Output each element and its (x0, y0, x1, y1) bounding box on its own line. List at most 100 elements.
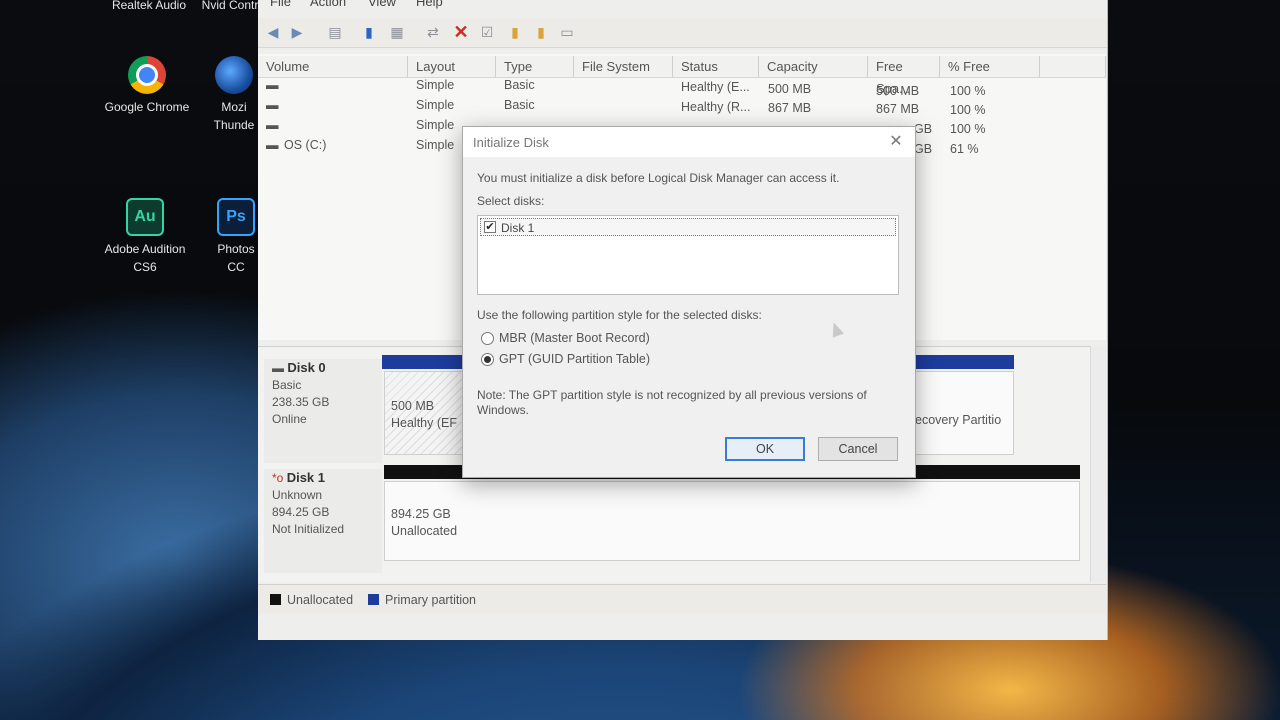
forward-icon[interactable]: ▶ (288, 23, 306, 41)
desktop-icon-label: Photos CC (217, 242, 255, 274)
view-icon[interactable]: ▭ (558, 23, 576, 41)
cell-pct: 100 % (950, 103, 986, 117)
partition-status: Unallocated (391, 524, 458, 538)
column-header-status[interactable]: Status (673, 56, 759, 78)
disk-icon: ▬ (272, 361, 288, 375)
properties-icon[interactable]: ▦ (388, 23, 406, 41)
unallocated-swatch (270, 594, 281, 605)
disk-0-label[interactable]: ▬ Disk 0 Basic 238.35 GB Online (264, 359, 382, 463)
gpt-note: Note: The GPT partition style is not rec… (477, 388, 867, 417)
back-icon[interactable]: ◀ (264, 23, 282, 41)
desktop-icon-realtek[interactable]: Realtek Audio (104, 0, 194, 14)
photoshop-icon: Ps (217, 198, 255, 236)
volume-dash-icon: ▬ (266, 78, 279, 92)
gpt-radio[interactable] (481, 353, 494, 366)
volume-dash-icon: ▬ (266, 138, 279, 152)
partition-size: 500 MB (391, 399, 435, 413)
unallocated-region[interactable]: 894.25 GB Unallocated (384, 481, 1080, 561)
desktop-icon-label: Realtek Audio (111, 0, 187, 12)
dialog-title: Initialize Disk (473, 135, 549, 150)
partition-status: Healthy (EF (391, 416, 457, 430)
disk-state: Not Initialized (272, 522, 345, 536)
disk-name: Disk 0 (287, 360, 326, 375)
disk-item-label: Disk 1 (501, 221, 535, 235)
close-icon[interactable]: ✕ (885, 131, 907, 153)
cell-type: Basic (504, 98, 535, 112)
desktop-icon-photoshop[interactable]: Ps Photos CC (210, 198, 262, 276)
desktop-icon-label: Mozi Thunde (213, 100, 255, 132)
desktop-icon-audition[interactable]: Au Adobe Audition CS6 (100, 198, 190, 276)
list-item[interactable]: ✔ Disk 1 (480, 218, 896, 236)
disk-checkbox[interactable]: ✔ (484, 221, 496, 233)
disk-type: Basic (272, 378, 302, 392)
cell-layout: Simple (416, 138, 455, 152)
dialog-titlebar[interactable]: Initialize Disk ✕ (463, 127, 915, 157)
cell-status: Healthy (R... (681, 100, 751, 114)
menu-action[interactable]: Action (310, 0, 346, 9)
thunderbird-icon (215, 56, 253, 94)
menu-file[interactable]: File (270, 0, 291, 9)
cell-status: Healthy (E... (681, 80, 750, 94)
cell-type: Basic (504, 78, 535, 92)
dialog-intro: You must initialize a disk before Logica… (477, 171, 840, 185)
cell-pct: 100 % (950, 122, 986, 136)
vertical-scrollbar[interactable] (1090, 346, 1106, 582)
gpt-radio-label[interactable]: GPT (GUID Partition Table) (499, 352, 650, 366)
console-tree-icon[interactable]: ▤ (326, 23, 344, 41)
check-icon[interactable]: ☑ (478, 23, 496, 41)
menu-help[interactable]: Help (416, 0, 443, 9)
cell-layout: Simple (416, 78, 455, 92)
disk-size: 238.35 GB (272, 395, 330, 409)
toolbar: ◀ ▶ ▤ ▮ ▦ ⇄ ✕ ☑ ▮ ▮ ▭ (258, 18, 1107, 48)
initialize-disk-dialog: Initialize Disk ✕ You must initialize a … (462, 126, 916, 478)
legend-label: Unallocated (287, 593, 354, 607)
cell-free: 500 MB (876, 84, 920, 98)
desktop-icon-label: Google Chrome (104, 100, 190, 114)
cancel-button[interactable]: Cancel (818, 437, 898, 461)
search-folder-icon[interactable]: ▮ (532, 23, 550, 41)
partition-style-label: Use the following partition style for th… (477, 308, 762, 322)
disk-select-list: ✔ Disk 1 (477, 215, 899, 295)
cell-capacity: 500 MB (768, 82, 812, 96)
audition-icon: Au (126, 198, 164, 236)
desktop-icon-chrome[interactable]: Google Chrome (102, 56, 192, 116)
cell-free: 867 MB (876, 102, 920, 116)
efi-partition[interactable]: 500 MB Healthy (EF (384, 371, 474, 455)
disk-size: 894.25 GB (272, 505, 330, 519)
cell-layout: Simple (416, 98, 455, 112)
column-header-layout[interactable]: Layout (408, 56, 496, 78)
menu-bar: File Action View Help (258, 0, 1107, 10)
volume-dash-icon: ▬ (266, 98, 279, 112)
disk-type: Unknown (272, 488, 323, 502)
column-header-percent-free[interactable]: % Free (940, 56, 1040, 78)
legend-label: Primary partition (385, 593, 476, 607)
column-header-type[interactable]: Type (496, 56, 574, 78)
volume-dash-icon: ▬ (266, 118, 279, 132)
help-icon[interactable]: ▮ (360, 23, 378, 41)
legend-item-primary: Primary partition (368, 593, 476, 607)
delete-icon[interactable]: ✕ (452, 23, 470, 41)
disk-state: Online (272, 412, 307, 426)
desktop-icon-label: Nvid Contr (201, 0, 259, 12)
connect-icon[interactable]: ⇄ (424, 23, 442, 41)
column-header-volume[interactable]: Volume (258, 56, 408, 78)
column-header-file-system[interactable]: File System (574, 56, 673, 78)
mbr-radio[interactable] (481, 332, 494, 345)
column-header-free-space[interactable]: Free Spa... (868, 56, 940, 96)
folder-icon[interactable]: ▮ (506, 23, 524, 41)
cell-free: GB (914, 142, 933, 156)
ok-button[interactable]: OK (725, 437, 805, 461)
cell-layout: Simple (416, 118, 455, 132)
desktop-icon-thunderbird[interactable]: Mozi Thunde (206, 56, 262, 134)
cell-capacity: 867 MB (768, 101, 812, 115)
legend-item-unallocated: Unallocated (270, 593, 353, 607)
disk-1-label[interactable]: *o Disk 1 Unknown 894.25 GB Not Initiali… (264, 469, 382, 573)
desktop-icon-label: Adobe Audition CS6 (104, 242, 186, 274)
mbr-radio-label[interactable]: MBR (Master Boot Record) (499, 331, 650, 345)
cell-pct: 100 % (950, 84, 986, 98)
desktop-icon-nvidia[interactable]: Nvid Contr (200, 0, 260, 14)
recovery-partition[interactable]: ecovery Partitio (908, 371, 1014, 455)
menu-view[interactable]: View (368, 0, 396, 9)
primary-swatch (368, 594, 379, 605)
column-header-capacity[interactable]: Capacity (759, 56, 868, 78)
